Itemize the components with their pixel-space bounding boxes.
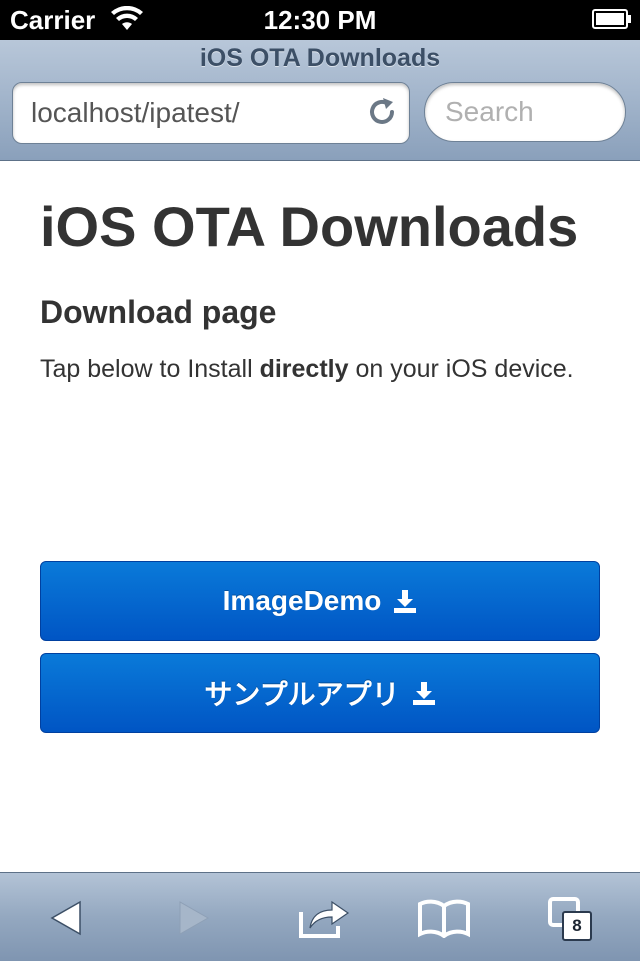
tab-count-badge: 8 xyxy=(562,911,592,941)
battery-icon xyxy=(592,9,631,29)
search-input[interactable] xyxy=(424,82,626,142)
install-imagedemo-button[interactable]: ImageDemo xyxy=(40,561,600,641)
back-icon xyxy=(50,900,81,936)
install-button-label: サンプルアプリ xyxy=(204,679,400,710)
bookmarks-icon xyxy=(418,899,470,938)
page-content: iOS OTA Downloads Download page Tap belo… xyxy=(40,160,600,389)
description-text-end: on your iOS device. xyxy=(348,355,574,383)
share-icon xyxy=(299,900,350,938)
forward-button[interactable] xyxy=(172,893,216,943)
install-button-label: ImageDemo xyxy=(222,585,382,616)
bookmarks-button[interactable] xyxy=(416,893,472,943)
description-emphasis: directly xyxy=(259,355,349,383)
tabs-button[interactable]: 8 xyxy=(546,893,594,943)
browser-bottom-toolbar: 8 xyxy=(0,872,640,961)
status-bar: Carrier 12:30 PM xyxy=(0,0,640,40)
page-heading: iOS OTA Downloads xyxy=(40,195,579,258)
description-text-start: Tap below to Install xyxy=(40,355,260,383)
page-description: Tap below to Install directly on your iO… xyxy=(40,349,600,389)
browser-page-title: iOS OTA Downloads xyxy=(199,44,441,72)
clock: 12:30 PM xyxy=(263,5,377,35)
page-subheading: Download page xyxy=(40,294,277,330)
back-button[interactable] xyxy=(44,893,88,943)
reload-icon[interactable] xyxy=(367,97,397,127)
address-bar[interactable]: localhost/ipatest/ xyxy=(12,82,410,144)
download-icon xyxy=(394,590,417,613)
url-text: localhost/ipatest/ xyxy=(31,97,240,128)
share-button[interactable] xyxy=(298,893,352,943)
download-icon xyxy=(412,682,435,705)
install-sample-app-button[interactable]: サンプルアプリ xyxy=(40,653,600,733)
forward-icon xyxy=(179,901,210,935)
browser-toolbar: iOS OTA Downloads localhost/ipatest/ xyxy=(0,40,640,161)
